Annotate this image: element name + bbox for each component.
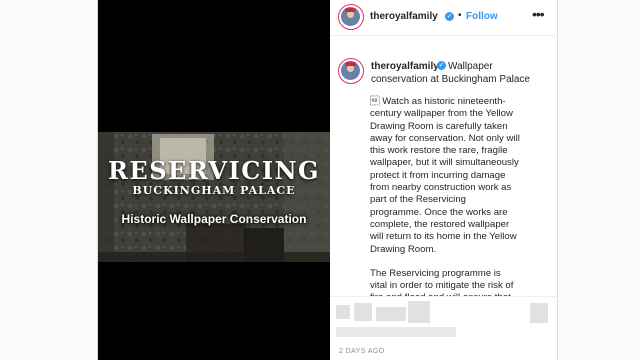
post-video-frame[interactable]: RESERVICING BUCKINGHAM PALACE Historic W…	[98, 132, 330, 262]
share-icon[interactable]	[376, 307, 406, 321]
post-timestamp: 2 DAYS AGO	[339, 348, 385, 355]
save-icon[interactable]	[530, 303, 548, 323]
post-media[interactable]: RESERVICING BUCKINGHAM PALACE Historic W…	[98, 0, 330, 360]
verified-badge-icon: ✓	[437, 61, 446, 70]
post-actions: 2 DAYS AGO	[330, 296, 559, 360]
caption-paragraph: The Reservicing programme is vital in or…	[370, 267, 514, 296]
video-title: RESERVICING	[107, 156, 321, 185]
video-title-overlay: RESERVICING BUCKINGHAM PALACE Historic W…	[98, 132, 330, 262]
like-icon[interactable]	[336, 305, 350, 319]
header-username[interactable]: theroyalfamily	[370, 11, 438, 22]
royal-family-avatar[interactable]	[338, 58, 364, 84]
post-header: theroyalfamily ✓ • Follow •••	[330, 0, 559, 36]
caption-paragraph: Watch as historic nineteenth-century wal…	[370, 96, 520, 255]
caption-username[interactable]: theroyalfamily	[371, 61, 439, 72]
video-caption: Historic Wallpaper Conservation	[121, 212, 307, 226]
video-subtitle: BUCKINGHAM PALACE	[132, 184, 296, 197]
follow-button[interactable]: Follow	[466, 11, 498, 22]
royal-family-avatar[interactable]	[338, 4, 364, 30]
verified-badge-icon: ✓	[445, 12, 454, 21]
comment-icon[interactable]	[354, 303, 372, 321]
blurred-action	[408, 301, 430, 323]
caption-area[interactable]: Wallpaper conservation at Buckingham Pal…	[330, 48, 559, 296]
caption-body: Watch as historic nineteenth-century wal…	[370, 96, 520, 296]
likes-count[interactable]	[336, 327, 456, 337]
instagram-post-card: RESERVICING BUCKINGHAM PALACE Historic W…	[97, 0, 559, 360]
more-options-icon[interactable]: •••	[532, 6, 545, 22]
separator-dot: •	[458, 10, 462, 21]
post-sidebar: theroyalfamily ✓ • Follow ••• Wallpaper …	[330, 0, 559, 360]
